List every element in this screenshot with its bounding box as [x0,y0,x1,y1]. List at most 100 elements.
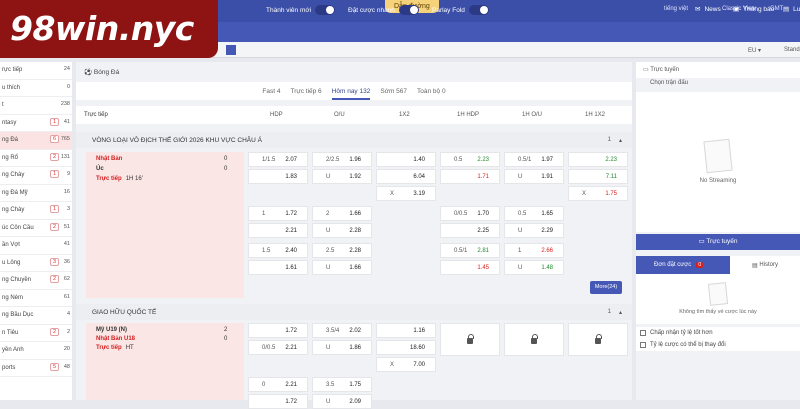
sidebar-item[interactable]: ng Ném 61 [0,290,72,307]
more-markets-button[interactable]: More(24) [590,281,622,294]
sidebar-item[interactable]: úc Côn Cầu 2 51 [0,220,72,237]
odds-cell[interactable]: U 1.86 [312,340,372,355]
sidebar-item[interactable]: ng Đá 6 765 [0,132,72,150]
odds-cell[interactable]: 1 1.72 [248,206,308,221]
sidebar-item[interactable]: ng Rổ 2 131 [0,150,72,167]
odds-cell[interactable]: 2.25 [440,223,500,238]
collapse-icon[interactable]: ▴ [619,137,622,144]
sidebar-item[interactable]: u thích 0 [0,80,72,97]
away-team[interactable]: Úc [96,166,104,172]
odds-cell[interactable]: 1/1.5 2.07 [248,152,308,167]
checkbox[interactable] [640,342,646,348]
odds-cell[interactable]: 1 2.66 [504,243,564,258]
sidebar-item[interactable]: ntasy 1 41 [0,115,72,132]
odds-cell[interactable]: 0.5 2.23 [440,152,500,167]
live-count-badge: 2 [49,275,59,283]
odds-cell[interactable]: U 2.29 [504,223,564,238]
fast-bet-toggle[interactable]: Đặt cược nhanh [348,5,419,15]
tab-date[interactable]: Sớm 567 [380,88,407,95]
odds-cell[interactable]: 1.40 [376,152,436,167]
odds-type-select[interactable]: EU ▾ [748,47,761,54]
odds-cell[interactable]: U 1.48 [504,260,564,275]
search-button[interactable] [226,45,236,55]
accept-better-odds-option[interactable]: Chấp nhận tỷ lệ tốt hơn [636,327,800,339]
sidebar-item[interactable]: ng Chày 1 3 [0,202,72,220]
league-header[interactable]: VÒNG LOẠI VÔ ĐỊCH THẾ GIỚI 2026 KHU VỰC … [76,132,632,148]
tab-date[interactable]: Trực tiếp 6 [290,88,321,95]
handicap-line: 1 [262,210,266,217]
odds-cell[interactable]: 1.16 [376,323,436,338]
live-stream-button[interactable]: ▭ Trực tuyến [636,234,800,250]
toggle-switch[interactable] [468,5,489,15]
odds-cell[interactable]: 0.5 1.65 [504,206,564,221]
sidebar-item-label: ng Rổ [2,154,19,161]
odds-cell[interactable]: 0 2.21 [248,377,308,392]
odds-cell[interactable]: 2/2.5 1.96 [312,152,372,167]
sidebar-item[interactable]: ng Bầu Dục 4 [0,307,72,325]
odds-cell[interactable]: X 3.19 [376,186,436,201]
notice-link[interactable]: ▣ Thông báo [733,5,774,14]
collapse-icon[interactable]: ▴ [619,309,622,316]
checkbox[interactable] [640,330,646,336]
breadcrumb: ⚽ Bóng Đá [84,68,119,76]
sidebar-item[interactable]: ần Vợt 41 [0,237,72,255]
odds-cell[interactable]: 0.5/1 2.81 [440,243,500,258]
odds-cell[interactable]: 1.71 [440,169,500,184]
odds-cell[interactable]: 1.45 [440,260,500,275]
sidebar-item[interactable]: ng Đá Mỹ 16 [0,185,72,202]
sidebar-item[interactable]: u Lông 3 36 [0,255,72,272]
home-team[interactable]: Nhật Bản [96,156,122,162]
sidebar-item[interactable]: ng Chày 1 9 [0,167,72,185]
league-header[interactable]: GIAO HỮU QUỐC TẾ 1 ▴ [76,304,632,320]
odds-cell[interactable]: U 1.92 [312,169,372,184]
sidebar-item[interactable]: yền Anh 20 [0,342,72,360]
odds-cell[interactable]: 3.5/4 2.02 [312,323,372,338]
news-link[interactable]: ✉ News [695,5,721,14]
odds-cell[interactable]: X 7.00 [376,357,436,372]
odds-cell[interactable]: 2.21 [248,223,308,238]
sidebar-item[interactable]: ports 5 48 [0,360,72,377]
toggle-switch[interactable] [315,5,336,15]
odds-cell[interactable]: X 1.75 [568,186,628,201]
standard-select[interactable]: Stand [784,47,800,53]
language-select[interactable]: tiếng việt [664,6,688,12]
odds-cell[interactable]: 0/0.5 1.70 [440,206,500,221]
away-score: 0 [224,166,228,172]
tab-date[interactable]: Fast 4 [262,88,280,95]
odds-cell[interactable]: 1.72 [248,323,308,338]
tab-history[interactable]: ▤ History [730,256,800,274]
odds-cell[interactable]: 18.60 [376,340,436,355]
home-team[interactable]: Mỹ U19 (N) [96,327,127,333]
odds-cell[interactable]: 2.23 [568,152,628,167]
sidebar-item[interactable]: t 238 [0,97,72,115]
odds-cell[interactable]: 0/0.5 2.21 [248,340,308,355]
odds-cell[interactable]: U 1.66 [312,260,372,275]
tab-date[interactable]: Toàn bộ 0 [417,88,446,95]
odds-cell[interactable]: 6.04 [376,169,436,184]
odds-cell[interactable]: 2.5 2.28 [312,243,372,258]
odds-cell[interactable]: U 1.91 [504,169,564,184]
odds-cell[interactable]: 3.5 1.75 [312,377,372,392]
odds-cell[interactable]: 1.83 [248,169,308,184]
odds-change-option[interactable]: Tỷ lệ cược có thể bị thay đổi [636,339,800,351]
tab-bet-slip[interactable]: Đơn đặt cược 0 [636,256,730,274]
parlay-toggle[interactable]: Parlay Fold [432,5,489,15]
sidebar-item-label: ng Bầu Dục [2,312,34,319]
odds-cell[interactable]: 1.5 2.40 [248,243,308,258]
new-member-toggle[interactable]: Thành viên mới [266,5,336,15]
away-team[interactable]: Nhật Bản U18 [96,336,135,342]
choose-match-select[interactable]: Chọn trận đấu [636,80,800,92]
sidebar-item[interactable]: n Tiêu 2 2 [0,325,72,342]
rules-link[interactable]: ▤ Lu [783,5,800,14]
sidebar-item[interactable]: rực tiếp 24 [0,62,72,80]
odds-cell[interactable]: 7.11 [568,169,628,184]
odds-cell[interactable]: 2 1.66 [312,206,372,221]
sidebar-item[interactable]: ng Chuyền 2 62 [0,272,72,290]
odds-cell[interactable]: 1.61 [248,260,308,275]
odds-cell[interactable]: U 2.09 [312,394,372,409]
toggle-switch[interactable] [398,5,419,15]
odds-cell[interactable]: 0.5/1 1.97 [504,152,564,167]
tab-date[interactable]: Hôm nay 132 [331,88,370,100]
odds-cell[interactable]: U 2.28 [312,223,372,238]
odds-cell[interactable]: 1.72 [248,394,308,409]
